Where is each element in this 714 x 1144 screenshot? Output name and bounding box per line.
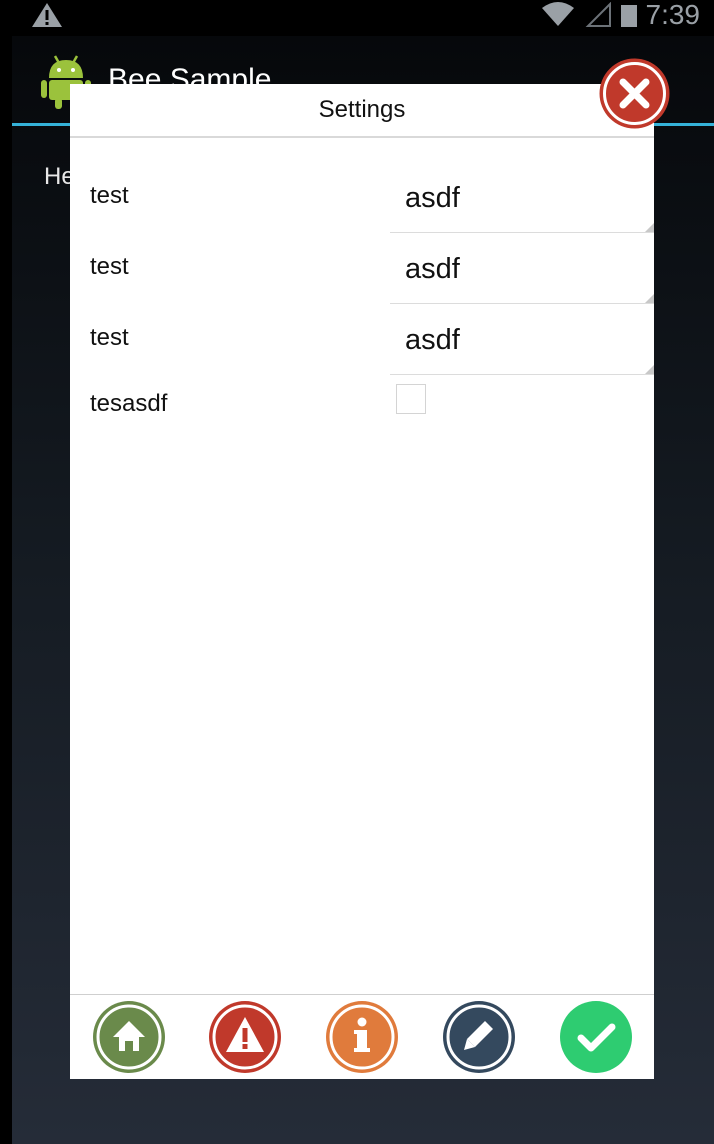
warning-button[interactable] — [207, 999, 283, 1075]
warning-icon — [32, 3, 62, 27]
setting-row: test asdf — [70, 241, 654, 311]
dialog-header: Settings — [70, 84, 654, 138]
info-button[interactable] — [324, 999, 400, 1075]
field-value: asdf — [405, 324, 460, 356]
field-corner — [645, 294, 654, 303]
setting-row: test asdf — [70, 170, 654, 240]
field-value: asdf — [405, 253, 460, 285]
setting-label: test — [90, 324, 129, 351]
field-corner — [645, 365, 654, 374]
close-button[interactable] — [599, 58, 670, 129]
setting-label: tesasdf — [90, 390, 168, 417]
status-bar: 7:39 — [0, 0, 714, 34]
battery-icon — [620, 5, 637, 27]
signal-icon — [585, 2, 611, 27]
setting-checkbox[interactable] — [396, 384, 426, 414]
wifi-icon — [541, 2, 574, 26]
dialog-footer — [70, 994, 654, 1079]
setting-text-field[interactable]: asdf — [390, 170, 654, 233]
edit-button[interactable] — [441, 999, 517, 1075]
status-indicators: 7:39 — [540, 0, 701, 30]
settings-dialog: Settings test asdf test asdf test asdf t… — [70, 84, 654, 1079]
setting-label: test — [90, 253, 129, 280]
setting-text-field[interactable]: asdf — [390, 312, 654, 375]
setting-text-field[interactable]: asdf — [390, 241, 654, 304]
field-corner — [645, 223, 654, 232]
setting-label: test — [90, 182, 129, 209]
dialog-title: Settings — [318, 96, 406, 123]
home-button[interactable] — [91, 999, 167, 1075]
setting-row: test asdf — [70, 312, 654, 382]
field-value: asdf — [405, 182, 460, 214]
confirm-button[interactable] — [558, 999, 634, 1075]
status-time: 7:39 — [645, 0, 701, 30]
